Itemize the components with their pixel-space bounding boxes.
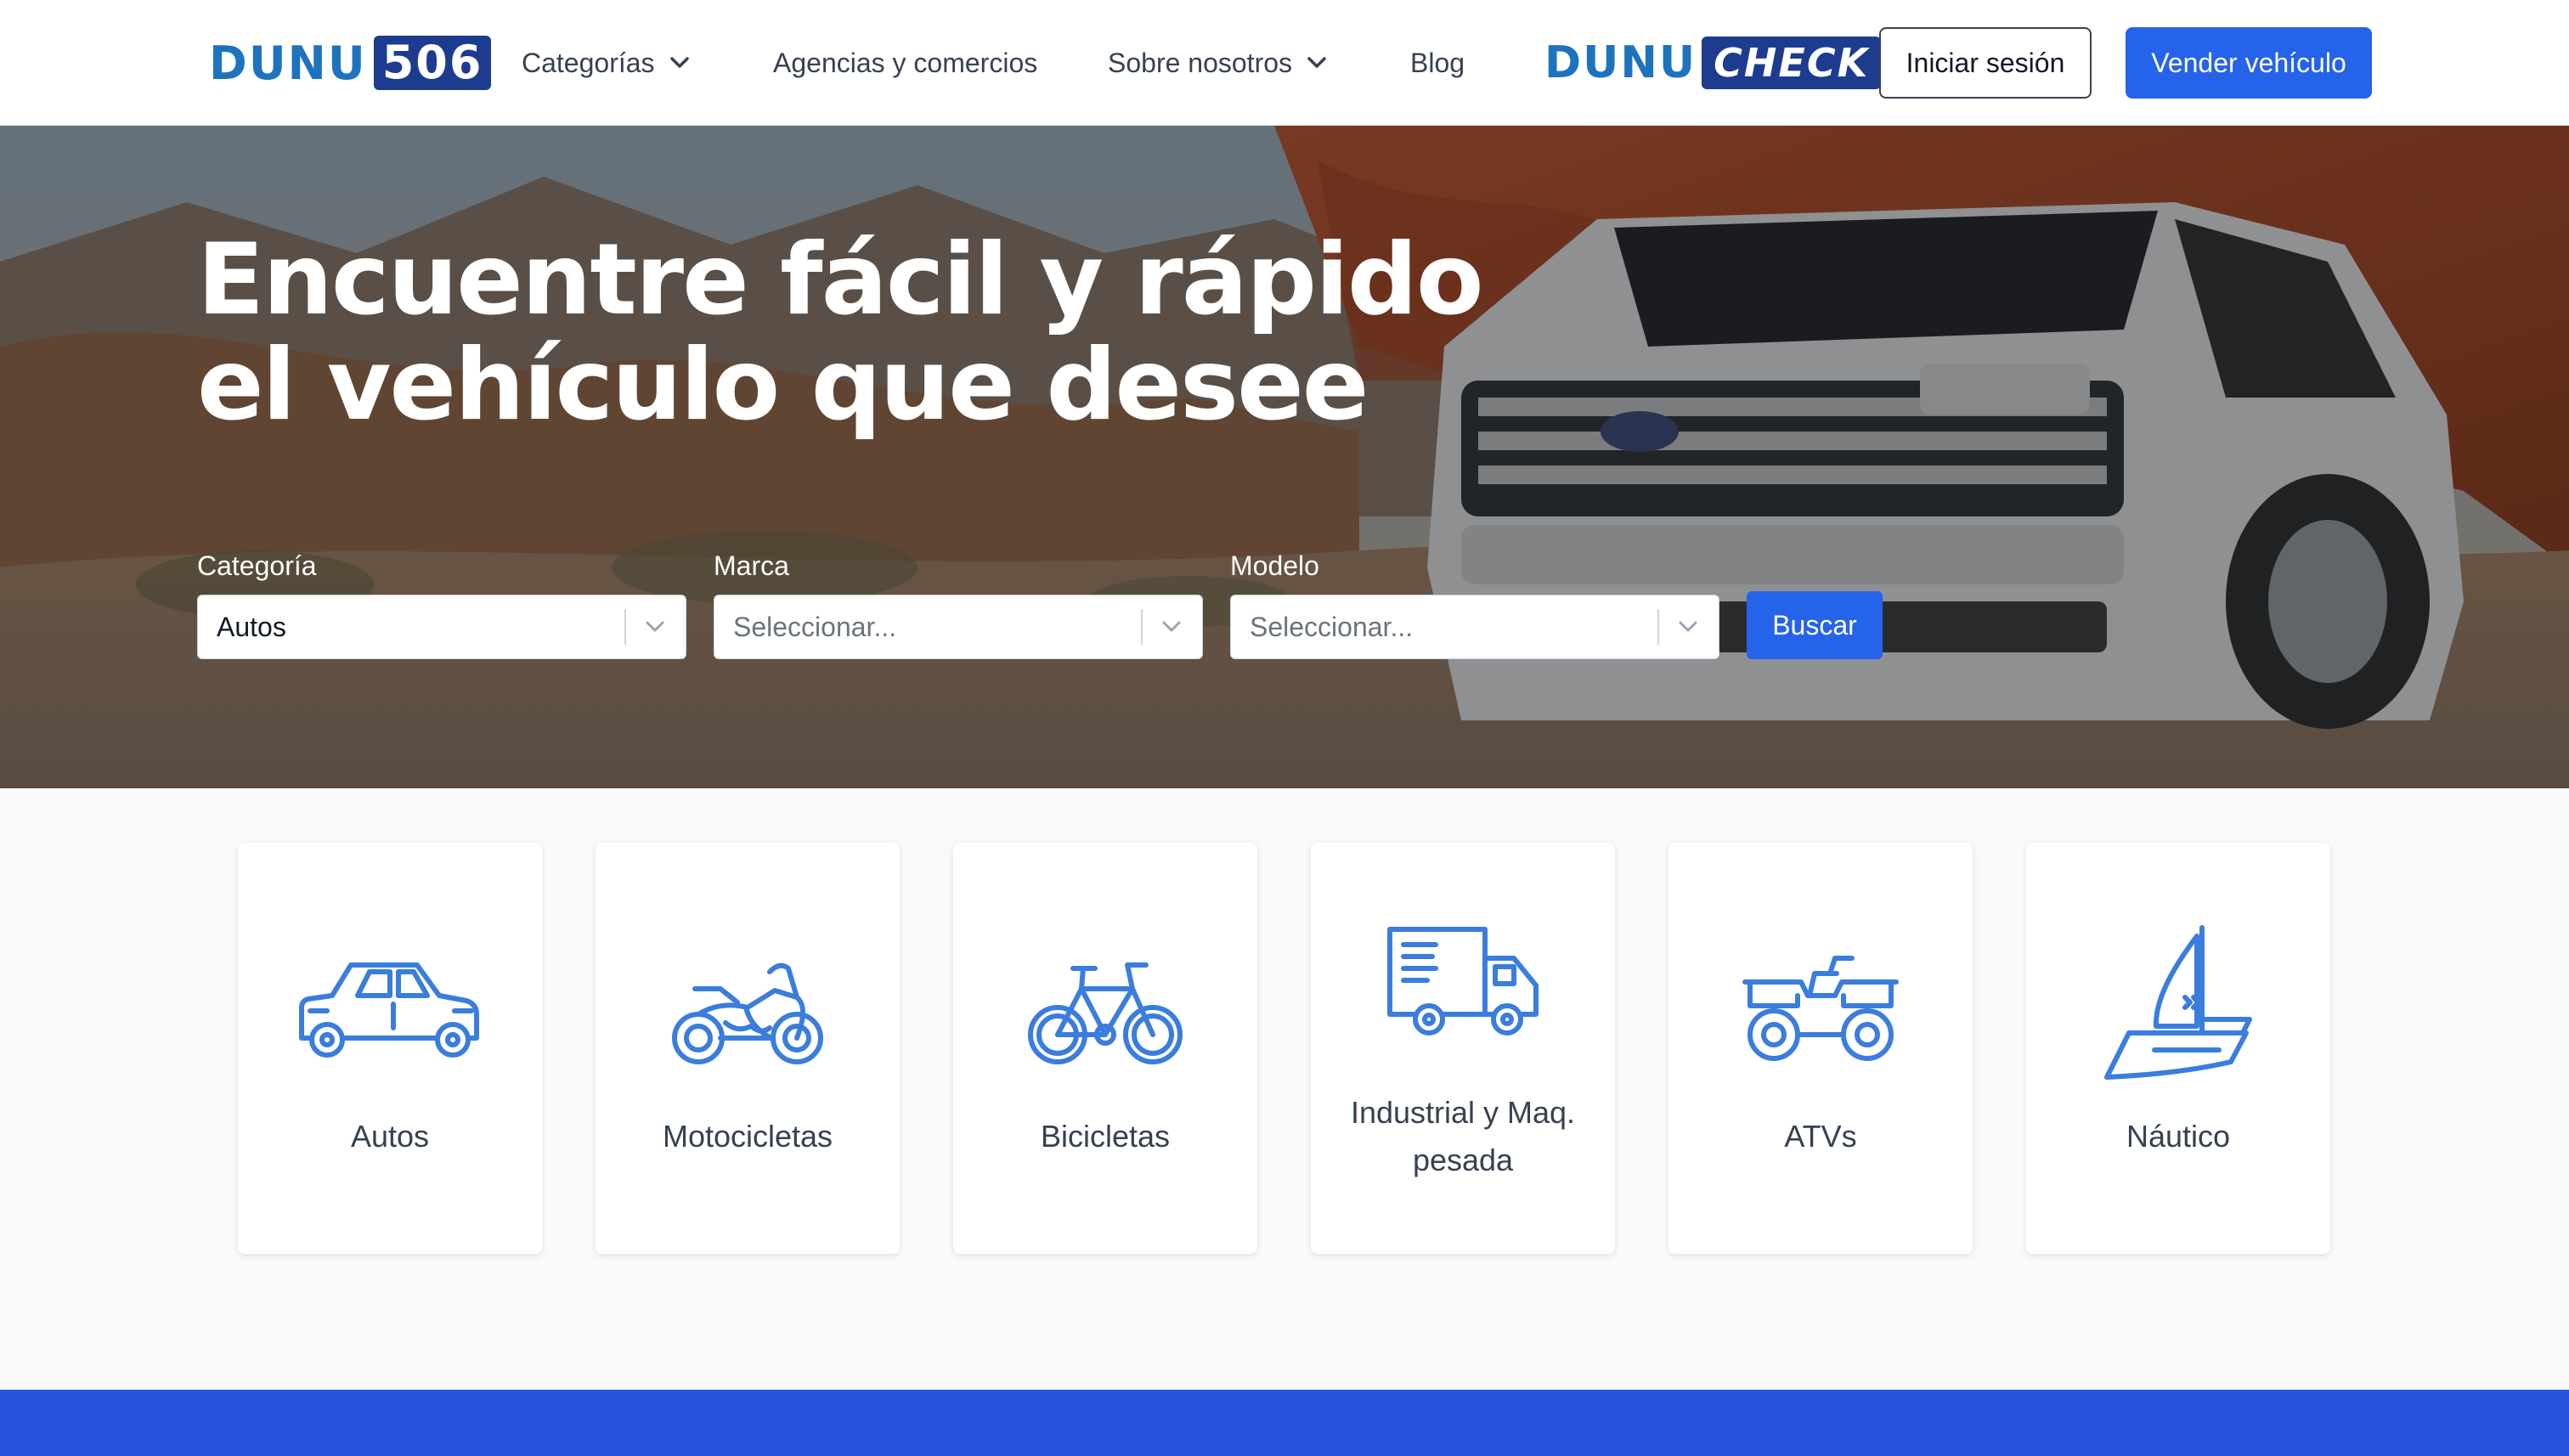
site-logo[interactable]: DUNU 506 bbox=[209, 34, 492, 92]
check-logo-word: DUNU bbox=[1544, 37, 1697, 88]
dunucheck-logo[interactable]: DUNU CHECK bbox=[1544, 36, 1882, 90]
footer-band bbox=[0, 1390, 2569, 1456]
category-label: Náutico bbox=[2126, 1119, 2231, 1154]
sell-vehicle-button[interactable]: Vender vehículo bbox=[2126, 27, 2372, 99]
search-button[interactable]: Buscar bbox=[1747, 591, 1883, 659]
select-separator bbox=[1657, 609, 1659, 645]
chevron-down-icon bbox=[1678, 620, 1719, 634]
category-card-bicicletas[interactable]: Bicicletas bbox=[953, 843, 1257, 1254]
brand-filter-label: Marca bbox=[714, 550, 789, 581]
hero-title-line1: Encuentre fácil y rápido bbox=[197, 223, 1484, 337]
nav-agencies[interactable]: Agencias y comercios bbox=[773, 42, 1037, 83]
category-card-nautico[interactable]: Náutico bbox=[2026, 843, 2330, 1254]
category-card-autos[interactable]: Autos bbox=[238, 843, 542, 1254]
model-filter-label: Modelo bbox=[1230, 550, 1319, 581]
chevron-down-icon bbox=[1307, 57, 1326, 68]
select-separator bbox=[624, 609, 626, 645]
hero-title: Encuentre fácil y rápido el vehículo que… bbox=[197, 228, 1556, 438]
nav-categories-label: Categorías bbox=[522, 47, 655, 78]
car-icon bbox=[299, 962, 479, 1058]
sailboat-icon bbox=[2104, 925, 2252, 1080]
check-logo-box: CHECK bbox=[1702, 37, 1882, 89]
nav-about-label: Sobre nosotros bbox=[1108, 47, 1293, 78]
nav-about[interactable]: Sobre nosotros bbox=[1108, 42, 1326, 83]
category-label: Motocicletas bbox=[662, 1119, 833, 1154]
chevron-down-icon bbox=[669, 57, 689, 68]
nav-blog-label: Blog bbox=[1410, 47, 1465, 78]
select-separator bbox=[1141, 609, 1143, 645]
category-label-line1: Industrial y Maq. bbox=[1350, 1095, 1576, 1130]
logo-number: 506 bbox=[373, 36, 492, 90]
category-card-atvs[interactable]: ATVs bbox=[1668, 843, 1973, 1254]
category-filter-label: Categoría bbox=[197, 550, 317, 581]
category-label-line2: pesada bbox=[1412, 1143, 1514, 1177]
category-select[interactable]: Autos bbox=[197, 595, 686, 659]
category-card-motocicletas[interactable]: Motocicletas bbox=[596, 843, 900, 1254]
nav-categories[interactable]: Categorías bbox=[522, 42, 689, 83]
bicycle-icon bbox=[1028, 962, 1183, 1064]
model-select-placeholder: Seleccionar... bbox=[1250, 611, 1414, 642]
category-card-industrial[interactable]: Industrial y Maq. pesada bbox=[1311, 843, 1615, 1254]
nav-blog[interactable]: Blog bbox=[1410, 42, 1465, 83]
login-button[interactable]: Iniciar sesión bbox=[1879, 27, 2092, 99]
top-navbar: DUNU 506 Categorías Agencias y comercios… bbox=[0, 0, 2569, 126]
model-select[interactable]: Seleccionar... bbox=[1230, 595, 1719, 659]
nav-agencies-label: Agencias y comercios bbox=[773, 47, 1038, 78]
chevron-down-icon bbox=[645, 620, 686, 634]
category-label: Autos bbox=[350, 1119, 430, 1154]
truck-icon bbox=[1387, 927, 1539, 1036]
atv-icon bbox=[1742, 956, 1899, 1061]
motorcycle-icon bbox=[672, 962, 823, 1064]
hero-section: Encuentre fácil y rápido el vehículo que… bbox=[0, 126, 2569, 788]
category-select-value: Autos bbox=[217, 611, 286, 642]
chevron-down-icon bbox=[1161, 620, 1202, 634]
category-label: ATVs bbox=[1784, 1119, 1857, 1154]
category-label: Industrial y Maq. pesada bbox=[1328, 1089, 1598, 1184]
logo-word: DUNU bbox=[209, 36, 367, 90]
hero-title-line2: el vehículo que desee bbox=[197, 328, 1369, 443]
brand-select[interactable]: Seleccionar... bbox=[714, 595, 1203, 659]
brand-select-placeholder: Seleccionar... bbox=[733, 611, 897, 642]
category-label: Bicicletas bbox=[1040, 1119, 1171, 1154]
